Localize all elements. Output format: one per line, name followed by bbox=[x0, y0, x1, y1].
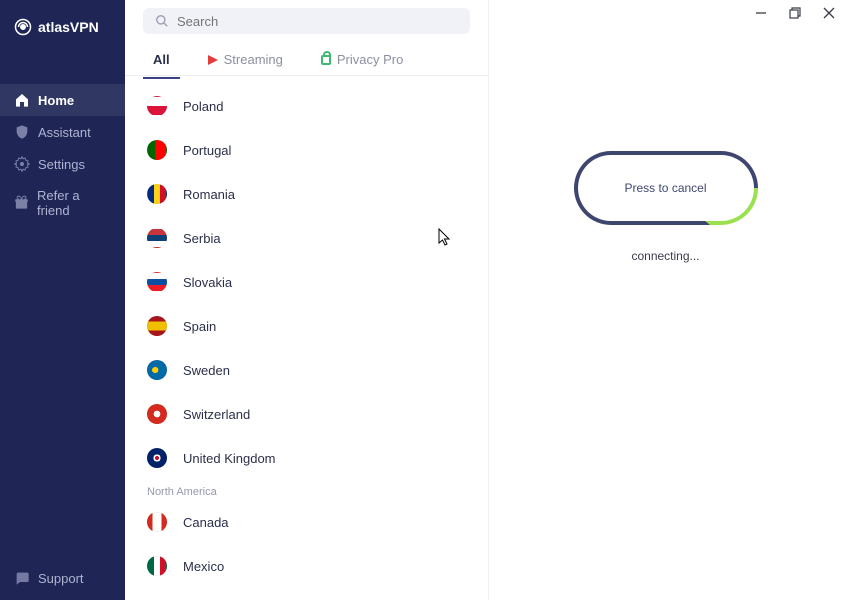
connection-panel: Press to cancel connecting... bbox=[488, 0, 842, 600]
sidebar-item-settings[interactable]: Settings bbox=[0, 148, 125, 180]
country-list[interactable]: Poland Portugal Romania Serbia Slovakia Spain… bbox=[125, 76, 488, 600]
country-label: Sweden bbox=[183, 363, 230, 378]
connect-button[interactable]: Press to cancel bbox=[578, 155, 754, 221]
app-logo: atlasVPN bbox=[0, 18, 125, 36]
minimize-button[interactable] bbox=[754, 6, 768, 20]
shield-icon bbox=[14, 124, 30, 140]
flag-icon bbox=[147, 184, 167, 204]
country-pt[interactable]: Portugal bbox=[125, 128, 488, 172]
connect-button-label: Press to cancel bbox=[624, 181, 706, 195]
server-panel: All Streaming Privacy Pro Poland Portugal… bbox=[125, 0, 488, 600]
flag-icon bbox=[147, 228, 167, 248]
chat-icon bbox=[14, 570, 30, 586]
region-header: North America bbox=[125, 480, 488, 500]
sidebar-item-refer[interactable]: Refer a friend bbox=[0, 180, 125, 226]
flag-icon bbox=[147, 360, 167, 380]
country-label: Serbia bbox=[183, 231, 221, 246]
flag-icon bbox=[147, 512, 167, 532]
gear-icon bbox=[14, 156, 30, 172]
search-bar[interactable] bbox=[143, 8, 470, 34]
flag-icon bbox=[147, 96, 167, 116]
country-label: Slovakia bbox=[183, 275, 232, 290]
lock-icon bbox=[321, 55, 331, 65]
home-icon bbox=[14, 92, 30, 108]
gift-icon bbox=[14, 195, 29, 211]
sidebar-item-home[interactable]: Home bbox=[0, 84, 125, 116]
country-ca[interactable]: Canada bbox=[125, 500, 488, 544]
tabs: All Streaming Privacy Pro bbox=[125, 34, 488, 76]
search-input[interactable] bbox=[177, 14, 458, 29]
connection-status: connecting... bbox=[631, 249, 699, 263]
tab-streaming[interactable]: Streaming bbox=[198, 44, 293, 77]
atlas-logo-icon bbox=[14, 18, 32, 36]
country-gb[interactable]: United Kingdom bbox=[125, 436, 488, 480]
country-label: Mexico bbox=[183, 559, 224, 574]
country-ch[interactable]: Switzerland bbox=[125, 392, 488, 436]
tab-all[interactable]: All bbox=[143, 44, 180, 79]
country-pl[interactable]: Poland bbox=[125, 84, 488, 128]
flag-icon bbox=[147, 556, 167, 576]
country-label: Romania bbox=[183, 187, 235, 202]
nav: Home Assistant Settings Refer a friend bbox=[0, 84, 125, 556]
app-name: atlasVPN bbox=[38, 19, 99, 35]
flag-icon bbox=[147, 404, 167, 424]
country-us[interactable]: United States⌄ bbox=[125, 588, 488, 600]
close-button[interactable] bbox=[822, 6, 836, 20]
play-icon bbox=[208, 55, 218, 65]
sidebar-item-assistant[interactable]: Assistant bbox=[0, 116, 125, 148]
tab-privacy-pro[interactable]: Privacy Pro bbox=[311, 44, 413, 77]
country-rs[interactable]: Serbia bbox=[125, 216, 488, 260]
country-label: Spain bbox=[183, 319, 216, 334]
country-mx[interactable]: Mexico bbox=[125, 544, 488, 588]
sidebar-item-support[interactable]: Support bbox=[0, 556, 125, 600]
flag-icon bbox=[147, 140, 167, 160]
country-label: Poland bbox=[183, 99, 223, 114]
country-es[interactable]: Spain bbox=[125, 304, 488, 348]
country-label: Switzerland bbox=[183, 407, 250, 422]
country-label: United Kingdom bbox=[183, 451, 276, 466]
country-label: Portugal bbox=[183, 143, 231, 158]
country-se[interactable]: Sweden bbox=[125, 348, 488, 392]
window-controls bbox=[754, 6, 836, 20]
country-sk[interactable]: Slovakia bbox=[125, 260, 488, 304]
sidebar: atlasVPN Home Assistant Settings Refer a… bbox=[0, 0, 125, 600]
country-label: Canada bbox=[183, 515, 229, 530]
flag-icon bbox=[147, 316, 167, 336]
flag-icon bbox=[147, 448, 167, 468]
country-ro[interactable]: Romania bbox=[125, 172, 488, 216]
search-icon bbox=[155, 14, 169, 28]
flag-icon bbox=[147, 272, 167, 292]
maximize-button[interactable] bbox=[788, 6, 802, 20]
